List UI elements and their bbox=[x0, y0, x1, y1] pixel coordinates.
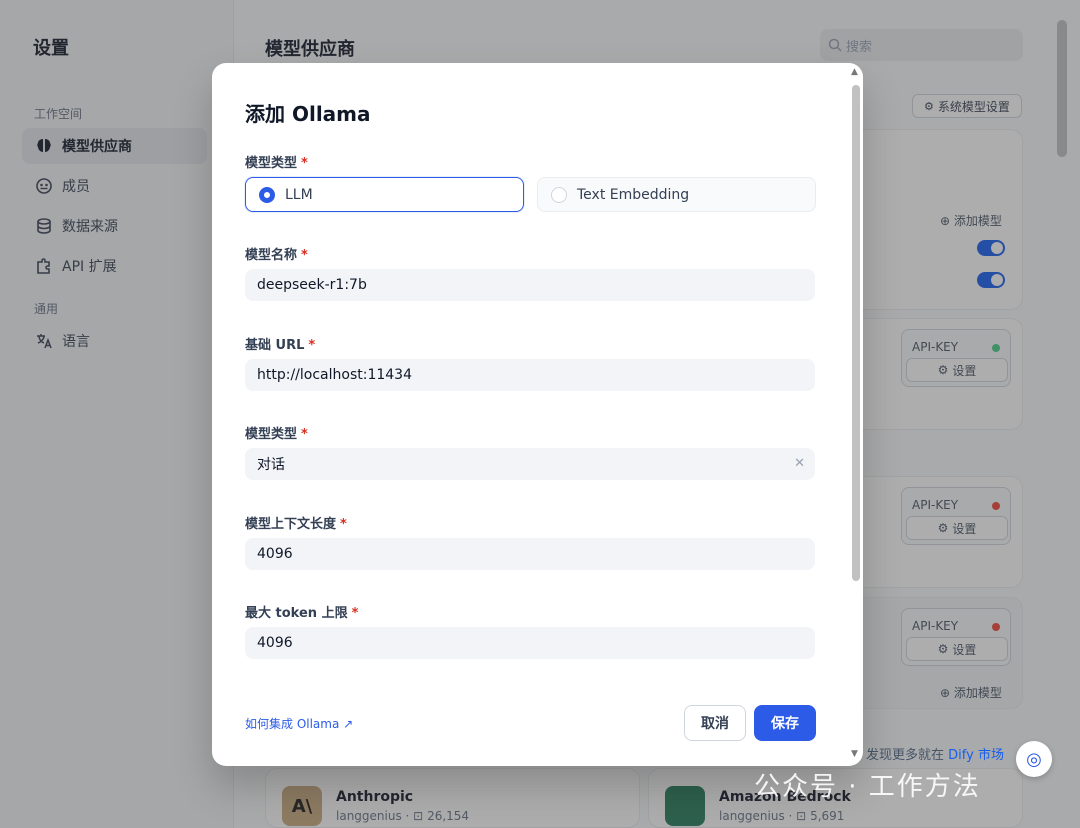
scroll-up-icon[interactable]: ▲ bbox=[851, 67, 858, 77]
model-type-option-llm[interactable]: LLM bbox=[245, 177, 524, 212]
field-value: 对话 bbox=[257, 457, 285, 473]
field-value: 4096 bbox=[257, 635, 293, 651]
option-label: LLM bbox=[285, 186, 313, 203]
add-ollama-dialog: 添加 Ollama 模型类型 * LLM Text Embedding 模型名称 *… bbox=[212, 63, 863, 766]
model-name-label: 模型名称 * bbox=[245, 248, 308, 263]
scrollbar-thumb[interactable] bbox=[852, 85, 860, 581]
model-kind-label: 模型类型 * bbox=[245, 427, 308, 442]
discover-text: 发现更多就在 bbox=[866, 748, 945, 763]
discover-link[interactable]: Dify 市场 bbox=[948, 748, 1004, 763]
discover-more: 发现更多就在 Dify 市场 bbox=[866, 744, 1004, 763]
max-token-label: 最大 token 上限 * bbox=[245, 606, 359, 621]
watermark: 公众号 · 工作方法 bbox=[754, 772, 981, 802]
option-label: Text Embedding bbox=[577, 186, 690, 203]
field-value: deepseek-r1:7b bbox=[257, 277, 367, 293]
dialog-title: 添加 Ollama bbox=[245, 102, 371, 126]
field-value: http://localhost:11434 bbox=[257, 367, 412, 383]
radio-selected-icon bbox=[259, 186, 275, 203]
dialog-scrollbar[interactable]: ▲ ▼ bbox=[849, 63, 863, 766]
base-url-label: 基础 URL * bbox=[245, 338, 316, 353]
max-token-field[interactable]: 4096 bbox=[245, 627, 815, 659]
cancel-button[interactable]: 取消 bbox=[684, 705, 746, 741]
base-url-field[interactable]: http://localhost:11434 bbox=[245, 359, 815, 391]
model-type-label: 模型类型 * bbox=[245, 156, 308, 171]
clear-icon[interactable]: ✕ bbox=[794, 456, 805, 471]
floating-assistant-icon[interactable]: ◎ bbox=[1016, 741, 1052, 777]
field-value: 4096 bbox=[257, 546, 293, 562]
context-length-label: 模型上下文长度 * bbox=[245, 517, 347, 532]
model-type-option-text-embedding[interactable]: Text Embedding bbox=[537, 177, 816, 212]
scroll-down-icon[interactable]: ▼ bbox=[851, 749, 858, 759]
external-link-icon: ↗ bbox=[343, 717, 354, 731]
save-button[interactable]: 保存 bbox=[754, 705, 816, 741]
help-link[interactable]: 如何集成 Ollama ↗ bbox=[245, 715, 353, 732]
model-name-field[interactable]: deepseek-r1:7b bbox=[245, 269, 815, 301]
context-length-field[interactable]: 4096 bbox=[245, 538, 815, 570]
radio-unselected-icon bbox=[551, 186, 567, 203]
model-kind-select[interactable]: 对话 ✕ bbox=[245, 448, 815, 480]
